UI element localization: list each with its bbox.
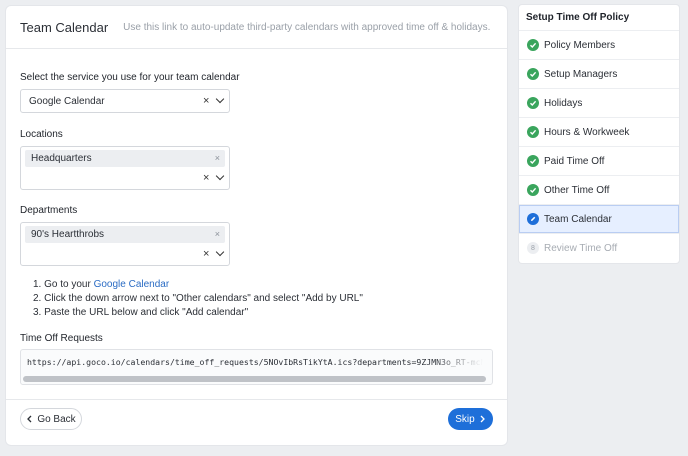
clear-icon[interactable]: × — [203, 96, 209, 107]
sidebar-item-label: Setup Managers — [544, 68, 618, 80]
instruction-step-3: 3. Paste the URL below and click "Add ca… — [33, 307, 249, 318]
sidebar-item-policy-members[interactable]: Policy Members — [519, 30, 679, 59]
sidebar-item-other-time-off[interactable]: Other Time Off — [519, 175, 679, 204]
sidebar-item-label: Team Calendar — [544, 213, 612, 225]
check-circle-icon — [527, 68, 539, 80]
locations-label: Locations — [20, 129, 63, 140]
url-fade — [432, 350, 492, 374]
skip-label: Skip — [455, 413, 475, 425]
card-header: Team Calendar Use this link to auto-upda… — [6, 6, 507, 49]
instruction-step-1-text: 1. Go to your — [33, 279, 94, 290]
check-circle-icon — [527, 155, 539, 167]
sidebar-item-review-time-off[interactable]: 8 Review Time Off — [519, 233, 679, 262]
check-circle-icon — [527, 184, 539, 196]
sidebar-item-paid-time-off[interactable]: Paid Time Off — [519, 146, 679, 175]
sidebar-item-label: Review Time Off — [544, 242, 618, 254]
check-circle-icon — [527, 126, 539, 138]
sidebar-item-hours-workweek[interactable]: Hours & Workweek — [519, 117, 679, 146]
team-calendar-card: Team Calendar Use this link to auto-upda… — [6, 6, 507, 445]
skip-button[interactable]: Skip — [448, 408, 493, 430]
sidebar-item-setup-managers[interactable]: Setup Managers — [519, 59, 679, 88]
footer-divider — [6, 399, 507, 400]
check-circle-icon — [527, 39, 539, 51]
pencil-circle-icon — [527, 213, 539, 225]
chevron-right-icon — [480, 415, 485, 423]
location-tag: Headquarters × — [25, 150, 225, 167]
instructions-list: 1. Go to your Google Calendar 2. Click t… — [33, 278, 363, 320]
sidebar-item-label: Policy Members — [544, 39, 616, 51]
sidebar-item-label: Hours & Workweek — [544, 126, 630, 138]
go-back-label: Go Back — [37, 413, 76, 425]
clear-icon[interactable]: × — [203, 249, 209, 260]
setup-steps-sidebar: Setup Time Off Policy Policy Members Set… — [519, 5, 679, 263]
chevron-down-icon[interactable] — [215, 171, 225, 181]
horizontal-scrollbar[interactable] — [23, 376, 490, 382]
instruction-step-2: 2. Click the down arrow next to "Other c… — [33, 293, 363, 304]
department-tag-label: 90's Heartthrobs — [31, 229, 105, 240]
page-title: Team Calendar — [20, 19, 109, 35]
locations-select[interactable]: Headquarters × × — [20, 146, 230, 190]
sidebar-item-holidays[interactable]: Holidays — [519, 88, 679, 117]
chevron-down-icon[interactable] — [215, 94, 225, 104]
sidebar-item-label: Paid Time Off — [544, 155, 605, 167]
chevron-left-icon — [27, 415, 32, 423]
scrollbar-thumb[interactable] — [23, 376, 486, 382]
service-select[interactable]: Google Calendar × — [20, 89, 230, 113]
check-circle-icon — [527, 97, 539, 109]
chevron-down-icon[interactable] — [215, 247, 225, 257]
google-calendar-link[interactable]: Google Calendar — [94, 279, 170, 290]
go-back-button[interactable]: Go Back — [20, 408, 82, 430]
sidebar-item-team-calendar[interactable]: Team Calendar — [519, 204, 679, 233]
service-select-value: Google Calendar — [29, 96, 105, 107]
clear-icon[interactable]: × — [203, 173, 209, 184]
time-off-requests-label: Time Off Requests — [20, 333, 103, 344]
service-label: Select the service you use for your team… — [20, 72, 240, 83]
remove-tag-icon[interactable]: × — [215, 229, 220, 239]
departments-select[interactable]: 90's Heartthrobs × × — [20, 222, 230, 266]
sidebar-item-label: Holidays — [544, 97, 583, 109]
page-subtitle: Use this link to auto-update third-party… — [123, 21, 491, 33]
remove-tag-icon[interactable]: × — [215, 153, 220, 163]
sidebar-title: Setup Time Off Policy — [526, 12, 630, 23]
sidebar-item-label: Other Time Off — [544, 184, 610, 196]
location-tag-label: Headquarters — [31, 153, 92, 164]
departments-label: Departments — [20, 205, 78, 216]
calendar-url-field[interactable]: https://api.goco.io/calendars/time_off_r… — [20, 349, 493, 385]
step-number-icon: 8 — [527, 242, 539, 254]
instruction-step-1: 1. Go to your Google Calendar — [33, 278, 363, 292]
calendar-url-text[interactable]: https://api.goco.io/calendars/time_off_r… — [27, 357, 492, 367]
department-tag: 90's Heartthrobs × — [25, 226, 225, 243]
